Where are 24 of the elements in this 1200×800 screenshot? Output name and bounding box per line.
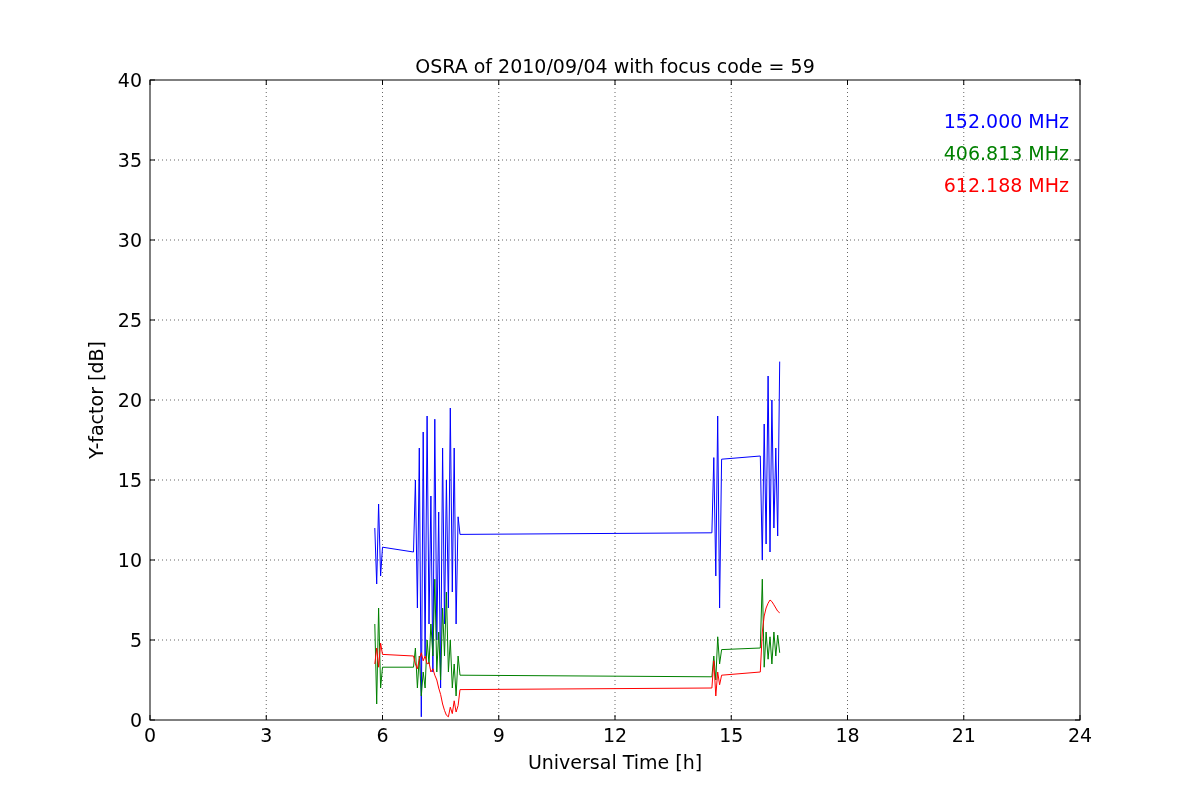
x-tick-label: 21 [951,724,976,746]
x-tick-label: 12 [602,724,628,746]
legend-label: 406.813 MHz [943,142,1069,164]
x-tick-label: 0 [143,724,157,746]
y-tick-label: 20 [117,389,142,411]
y-tick-label: 0 [129,709,142,731]
x-tick-label: 24 [1067,724,1093,746]
x-tick-label: 15 [719,724,744,746]
y-tick-label: 10 [117,549,142,571]
y-tick-label: 35 [117,149,142,171]
x-tick-label: 3 [260,724,273,746]
legend-label: 152.000 MHz [943,110,1069,132]
y-tick-label: 30 [117,229,142,251]
x-tick-label: 18 [835,724,860,746]
y-tick-label: 15 [117,469,142,491]
y-tick-label: 40 [117,69,142,91]
x-tick-label: 6 [376,724,389,746]
y-axis-label: Y-factor [dB] [85,341,107,459]
x-axis-label: Universal Time [h] [527,751,703,773]
chart-title: OSRA of 2010/09/04 with focus code = 59 [415,55,815,77]
legend-label: 612.188 MHz [943,174,1069,196]
y-tick-label: 25 [117,309,142,331]
x-tick-label: 9 [492,724,505,746]
y-tick-label: 5 [129,629,142,651]
